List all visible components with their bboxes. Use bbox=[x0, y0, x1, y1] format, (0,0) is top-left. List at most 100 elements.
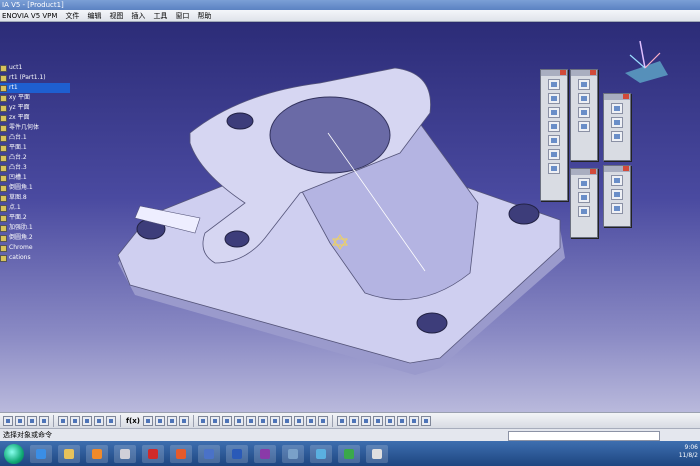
start-button[interactable] bbox=[4, 443, 24, 464]
tree-node[interactable]: rt1 (Part1.1) bbox=[0, 73, 70, 83]
update-icon[interactable] bbox=[336, 415, 347, 426]
line-icon[interactable] bbox=[578, 192, 590, 203]
menu-view[interactable]: 视图 bbox=[109, 10, 123, 21]
fly-mode-icon[interactable] bbox=[197, 415, 208, 426]
zoom-in-icon[interactable] bbox=[245, 415, 256, 426]
pattern-icon[interactable] bbox=[578, 107, 590, 118]
menu-tools[interactable]: 工具 bbox=[153, 10, 167, 21]
menu-edit[interactable]: 编辑 bbox=[87, 10, 101, 21]
specification-tree[interactable]: uct1 rt1 (Part1.1) rt1 xy 平面 yz 平面 zx 平面 零件几何体… bbox=[0, 63, 70, 263]
tree-node[interactable]: 平面.2 bbox=[0, 213, 70, 223]
3d-viewport[interactable]: uct1 rt1 (Part1.1) rt1 xy 平面 yz 平面 zx 平面 零件几何体… bbox=[0, 23, 700, 412]
tree-node[interactable]: xy 平面 bbox=[0, 93, 70, 103]
word-taskbar-icon[interactable] bbox=[226, 444, 248, 463]
paste-icon[interactable] bbox=[82, 415, 92, 426]
axis-system-icon[interactable] bbox=[348, 415, 359, 426]
analysis-icon[interactable] bbox=[408, 415, 419, 426]
chrome-taskbar-icon[interactable] bbox=[338, 444, 360, 463]
tree-node[interactable]: 加强肋.1 bbox=[0, 223, 70, 233]
sketch-icon[interactable] bbox=[360, 415, 371, 426]
boolean-icon[interactable] bbox=[372, 415, 383, 426]
tree-node[interactable]: rt1 bbox=[0, 83, 70, 93]
shaft-icon[interactable] bbox=[548, 107, 560, 118]
hide-show-icon[interactable] bbox=[305, 415, 316, 426]
iso-view-icon[interactable] bbox=[281, 415, 292, 426]
browser-taskbar-icon[interactable] bbox=[170, 444, 192, 463]
acrobat-taskbar-icon[interactable] bbox=[142, 444, 164, 463]
app-taskbar-icon[interactable] bbox=[114, 444, 136, 463]
copy-icon[interactable] bbox=[70, 415, 80, 426]
fillet-icon[interactable] bbox=[578, 79, 590, 90]
tree-node[interactable]: Chrome bbox=[0, 243, 70, 253]
menu-file[interactable]: 文件 bbox=[65, 10, 79, 21]
tree-node[interactable]: cations bbox=[0, 253, 70, 263]
close-icon[interactable] bbox=[560, 70, 566, 75]
tree-node[interactable]: 草图.8 bbox=[0, 193, 70, 203]
pocket-icon[interactable] bbox=[548, 93, 560, 104]
tree-node[interactable]: 凸台.1 bbox=[0, 133, 70, 143]
menu-window[interactable]: 窗口 bbox=[175, 10, 189, 21]
material-icon[interactable] bbox=[611, 189, 623, 200]
pad-icon[interactable] bbox=[548, 79, 560, 90]
menu-help[interactable]: 帮助 bbox=[197, 10, 211, 21]
fit-all-icon[interactable] bbox=[209, 415, 220, 426]
knowledge-icon[interactable] bbox=[178, 415, 189, 426]
tree-node[interactable]: 点.1 bbox=[0, 203, 70, 213]
ie-taskbar-icon[interactable] bbox=[30, 444, 52, 463]
onenote-taskbar-icon[interactable] bbox=[254, 444, 276, 463]
comment-icon[interactable] bbox=[142, 415, 153, 426]
tree-node[interactable]: 凹槽.1 bbox=[0, 173, 70, 183]
pan-icon[interactable] bbox=[221, 415, 232, 426]
viewer-taskbar-icon[interactable] bbox=[366, 444, 388, 463]
zoom-out-icon[interactable] bbox=[257, 415, 268, 426]
tree-node[interactable]: 倒圆角.2 bbox=[0, 233, 70, 243]
sections-icon[interactable] bbox=[420, 415, 431, 426]
mirror-icon[interactable] bbox=[578, 121, 590, 132]
print-icon[interactable] bbox=[39, 415, 49, 426]
tree-node[interactable]: 凸台.2 bbox=[0, 153, 70, 163]
tree-node[interactable]: zx 平面 bbox=[0, 113, 70, 123]
system-clock[interactable]: 9:06 11/8/2 bbox=[679, 444, 698, 460]
scale-icon[interactable] bbox=[611, 131, 623, 142]
slot-icon[interactable] bbox=[548, 149, 560, 160]
tree-node[interactable]: yz 平面 bbox=[0, 103, 70, 113]
normal-view-icon[interactable] bbox=[269, 415, 280, 426]
catia-taskbar-icon[interactable] bbox=[198, 444, 220, 463]
translate-icon[interactable] bbox=[611, 103, 623, 114]
menu-insert[interactable]: 插入 bbox=[131, 10, 145, 21]
shading-icon[interactable] bbox=[293, 415, 304, 426]
chamfer-icon[interactable] bbox=[578, 93, 590, 104]
tree-node[interactable]: 倒圆角.1 bbox=[0, 183, 70, 193]
measure-icon[interactable] bbox=[611, 175, 623, 186]
rotate-view-icon[interactable] bbox=[233, 415, 244, 426]
formula-icon[interactable]: f(x) bbox=[125, 417, 141, 425]
explorer-taskbar-icon[interactable] bbox=[58, 444, 80, 463]
save-icon[interactable] bbox=[27, 415, 37, 426]
hole-icon[interactable] bbox=[548, 121, 560, 132]
close-icon[interactable] bbox=[590, 169, 596, 174]
media-player-taskbar-icon[interactable] bbox=[86, 444, 108, 463]
swap-space-icon[interactable] bbox=[317, 415, 328, 426]
point-icon[interactable] bbox=[578, 178, 590, 189]
redo-icon[interactable] bbox=[106, 415, 116, 426]
tree-node[interactable]: 零件几何体 bbox=[0, 123, 70, 133]
cad-taskbar-icon[interactable] bbox=[282, 444, 304, 463]
close-icon[interactable] bbox=[623, 166, 629, 171]
close-icon[interactable] bbox=[590, 70, 596, 75]
hyperlink-icon[interactable] bbox=[154, 415, 165, 426]
inertia-icon[interactable] bbox=[611, 203, 623, 214]
rotate-icon[interactable] bbox=[611, 117, 623, 128]
stiffener-icon[interactable] bbox=[548, 163, 560, 174]
tree-node[interactable]: 平面.1 bbox=[0, 143, 70, 153]
new-icon[interactable] bbox=[3, 415, 13, 426]
photo-studio-icon[interactable] bbox=[396, 415, 407, 426]
tree-node[interactable]: uct1 bbox=[0, 63, 70, 73]
catalog-icon[interactable] bbox=[166, 415, 177, 426]
undo-icon[interactable] bbox=[94, 415, 104, 426]
apply-material-icon[interactable] bbox=[384, 415, 395, 426]
power-input-field[interactable] bbox=[508, 431, 660, 441]
plane-icon[interactable] bbox=[578, 206, 590, 217]
menu-enovia[interactable]: ENOVIA V5 VPM bbox=[2, 10, 57, 21]
rib-icon[interactable] bbox=[548, 135, 560, 146]
close-icon[interactable] bbox=[623, 94, 629, 99]
